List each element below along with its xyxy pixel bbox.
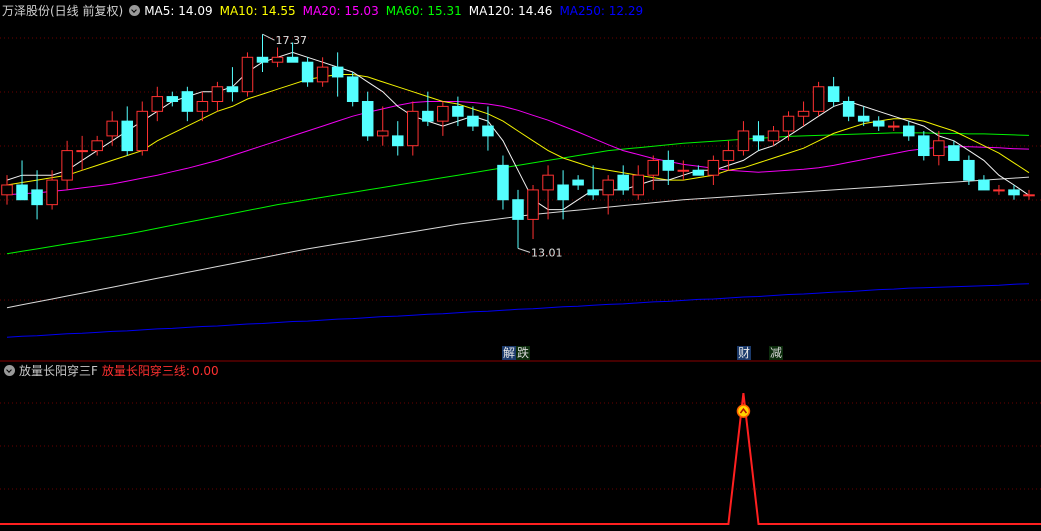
candle-body-up bbox=[407, 110, 419, 147]
candle-body-down bbox=[256, 56, 269, 63]
candle-body-up bbox=[46, 179, 58, 206]
indicator-formula-label: 放量长阳穿三线: bbox=[101, 364, 190, 378]
candle-body-up bbox=[797, 110, 810, 117]
ma-legend-ma250: MA250: 12.29 bbox=[559, 4, 644, 18]
low-annotation-arrow bbox=[517, 247, 531, 253]
ma-legend-ma120: MA120: 14.46 bbox=[468, 4, 553, 18]
candle-body-up bbox=[316, 66, 329, 83]
candle-body-down bbox=[903, 125, 915, 137]
ma-legend-ma5: MA5: 14.09 bbox=[144, 4, 213, 18]
candle-body-up bbox=[376, 130, 389, 137]
candle-body-up bbox=[106, 120, 118, 137]
candle-body-down bbox=[226, 86, 239, 93]
candle-body-up bbox=[933, 140, 945, 157]
ma-line-ma20 bbox=[6, 101, 1030, 196]
candle-body-up bbox=[136, 110, 149, 152]
candle-body-up bbox=[241, 56, 254, 93]
candle-body-down bbox=[512, 199, 524, 220]
candle-body-down bbox=[557, 184, 569, 201]
candle-body-down bbox=[467, 115, 479, 127]
candle-body-up bbox=[437, 105, 449, 122]
candle-body-up bbox=[812, 86, 825, 112]
candle-body-down bbox=[497, 164, 509, 201]
candle-body-down bbox=[331, 66, 344, 78]
candle-body-up bbox=[602, 179, 614, 196]
candle-body-down bbox=[692, 169, 705, 176]
low-annotation: 13.01 bbox=[531, 246, 563, 259]
candle-body-down bbox=[346, 76, 359, 102]
candle-body-up bbox=[271, 56, 284, 63]
candle-body-down bbox=[166, 96, 179, 102]
candle-body-down bbox=[572, 179, 584, 186]
candle-body-down bbox=[422, 110, 434, 122]
candle-body-up bbox=[527, 189, 539, 220]
candle-body-up bbox=[61, 150, 73, 181]
event-marker[interactable]: 财 bbox=[737, 346, 752, 360]
candle-body-up bbox=[782, 115, 795, 132]
candle-body-up bbox=[1, 184, 13, 196]
candle-body-down bbox=[918, 135, 930, 157]
candle-body-down bbox=[752, 135, 765, 142]
candle-body-down bbox=[482, 125, 494, 137]
candle-body-up bbox=[196, 101, 209, 112]
candle-body-up bbox=[707, 159, 720, 176]
candle-body-up bbox=[647, 159, 660, 176]
event-marker[interactable]: 解 bbox=[502, 346, 517, 360]
stock-chart[interactable]: 17.37 13.01 bbox=[0, 0, 1041, 531]
signal-icon bbox=[736, 404, 751, 418]
candle-body-down bbox=[662, 159, 675, 171]
candle-body-up bbox=[76, 150, 88, 153]
candle-body-up bbox=[722, 150, 735, 161]
candle-body-down bbox=[827, 86, 840, 103]
candle-body-down bbox=[842, 101, 855, 117]
candle-body-up bbox=[677, 169, 690, 172]
indicator-line bbox=[0, 392, 1041, 525]
candle-body-up bbox=[542, 174, 554, 191]
ma-legend-ma10: MA10: 14.55 bbox=[219, 4, 296, 18]
candle-body-up bbox=[887, 125, 900, 128]
candle-body-down bbox=[617, 174, 629, 191]
candle-body-up bbox=[151, 96, 164, 112]
candle-body-down bbox=[948, 145, 960, 161]
candle-body-down bbox=[452, 105, 464, 117]
high-annotation: 17.37 bbox=[276, 34, 308, 47]
indicator-toggle-icon[interactable] bbox=[4, 365, 15, 376]
indicator-name: 放量长阳穿三F bbox=[19, 364, 98, 378]
candle-body-down bbox=[31, 189, 43, 206]
ma-line-ma10 bbox=[6, 74, 1030, 186]
event-marker[interactable]: 跌 bbox=[516, 346, 531, 360]
stock-name: 万泽股份(日线 前复权) bbox=[2, 4, 124, 18]
candle-body-down bbox=[16, 184, 28, 201]
candle-body-down bbox=[857, 115, 870, 122]
candle-body-up bbox=[767, 130, 780, 142]
indicator-formula-value: 0.00 bbox=[191, 364, 219, 378]
candle-body-down bbox=[301, 61, 314, 83]
ma-line-ma250 bbox=[6, 283, 1030, 338]
candle-body-down bbox=[978, 179, 990, 191]
indicator-header: 放量长阳穿三F 放量长阳穿三线: 0.00 bbox=[2, 362, 223, 380]
candle-body-down bbox=[1008, 189, 1020, 196]
candle-body-down bbox=[286, 56, 299, 63]
candle-body-up bbox=[91, 140, 103, 152]
main-toggle-icon[interactable] bbox=[129, 5, 141, 16]
high-annotation-arrow bbox=[262, 33, 275, 41]
candle-body-down bbox=[121, 120, 133, 152]
candle-body-up bbox=[632, 174, 644, 196]
candle-body-down bbox=[361, 101, 374, 137]
candle-body-down bbox=[963, 159, 975, 181]
event-marker[interactable]: 减 bbox=[769, 346, 784, 360]
candle-body-down bbox=[587, 189, 599, 196]
main-chart-header: 万泽股份(日线 前复权) MA5: 14.09 MA10: 14.55 MA20: 1… bbox=[2, 2, 654, 20]
candle-body-up bbox=[1023, 194, 1035, 197]
ma-legend-ma60: MA60: 15.31 bbox=[385, 4, 462, 18]
candle-body-down bbox=[872, 120, 885, 127]
ma-legend-ma20: MA20: 15.03 bbox=[302, 4, 379, 18]
ma-legend: MA5: 14.09 MA10: 14.55 MA20: 15.03 MA60: 15… bbox=[144, 4, 650, 18]
candle-body-up bbox=[211, 86, 224, 103]
candle-body-down bbox=[181, 91, 194, 112]
candle-body-up bbox=[993, 189, 1005, 192]
candle-body-up bbox=[737, 130, 750, 152]
candle-body-down bbox=[392, 135, 404, 147]
